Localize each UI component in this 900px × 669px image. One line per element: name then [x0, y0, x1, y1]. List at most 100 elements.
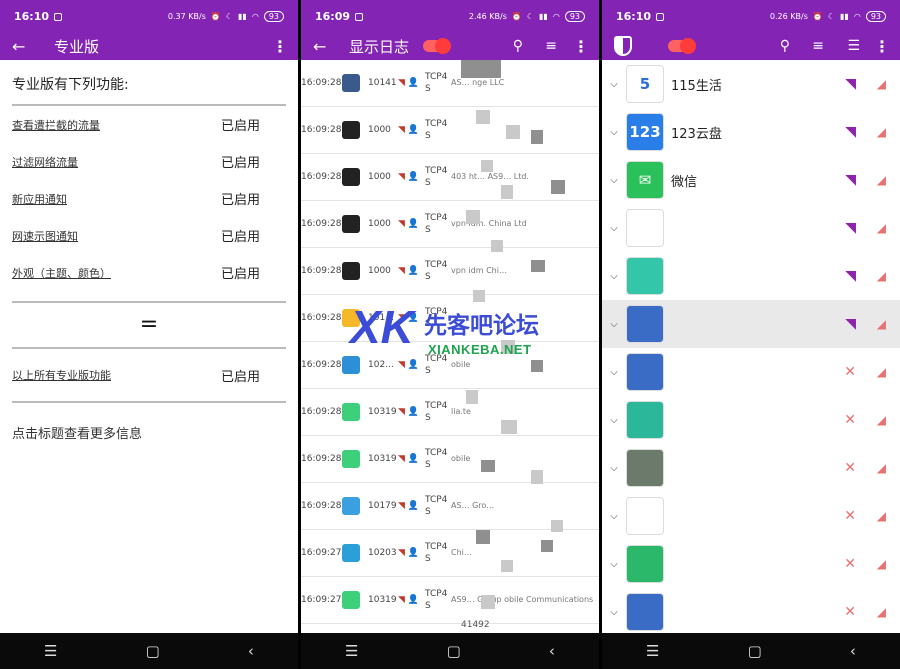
app-row[interactable]: ⌵ ✕ ◢ — [602, 348, 900, 396]
menu-icon[interactable]: ☰ — [345, 642, 358, 660]
wifi-rule-icon[interactable]: ✕ — [844, 412, 856, 428]
chevron-down-icon[interactable]: ⌵ — [602, 559, 626, 570]
mobile-rule-icon[interactable]: ◢ — [877, 77, 886, 91]
app-row[interactable]: ⌵ ✕ ◢ — [602, 540, 900, 588]
chevron-down-icon[interactable]: ⌵ — [602, 127, 626, 138]
feature-row[interactable]: 过滤网络流量 已启用 — [12, 143, 286, 180]
wifi-rule-icon[interactable]: ✕ — [844, 460, 856, 476]
chevron-down-icon[interactable]: ⌵ — [602, 367, 626, 378]
wifi-rule-icon[interactable]: ✕ — [844, 556, 856, 572]
log-row[interactable]: 16:09:28 10319 ◥ 👤 TCP4 Slia.te — [301, 389, 599, 436]
search-icon[interactable]: ⚲ — [780, 38, 790, 54]
log-row[interactable]: 16:09:27 10319 ◥ 👤 TCP4 S AS9… Group obile C… — [301, 577, 599, 624]
menu-icon[interactable]: ☰ — [646, 642, 659, 660]
log-row[interactable]: 16:09:28 1000 ◥ 👤 TCP4 S — [301, 107, 599, 154]
battery-icon: 93 — [564, 10, 585, 22]
mobile-rule-icon[interactable]: ◢ — [877, 125, 886, 139]
mobile-rule-icon[interactable]: ◢ — [877, 365, 886, 379]
app-icon — [342, 544, 360, 562]
app-row[interactable]: ⌵ ✕ ◢ — [602, 444, 900, 492]
home-icon[interactable]: ▢ — [748, 642, 762, 660]
filter-icon[interactable]: ≡ — [545, 38, 557, 54]
app-row[interactable]: ⌵ 5 115生活 ◥ ◢ — [602, 60, 900, 108]
app-row[interactable]: ⌵ ◥ ◢ — [602, 252, 900, 300]
chevron-down-icon[interactable]: ⌵ — [602, 319, 626, 330]
home-icon[interactable]: ▢ — [447, 642, 461, 660]
mobile-rule-icon[interactable]: ◢ — [877, 317, 886, 331]
pro-heading: 专业版有下列功能: — [12, 60, 286, 106]
chevron-down-icon[interactable]: ⌵ — [602, 463, 626, 474]
wifi-rule-icon[interactable]: ◥ — [845, 172, 856, 188]
wifi-rule-icon[interactable]: ✕ — [844, 364, 856, 380]
search-icon[interactable]: ⚲ — [513, 38, 523, 54]
log-row[interactable]: 16:09:28 10319 ◥ 👤 TCP4 Sobile — [301, 436, 599, 483]
more-vert-icon[interactable]: ⋮ — [573, 37, 589, 56]
app-row[interactable]: ⌵ ◥ ◢ — [602, 300, 900, 348]
feature-row[interactable]: 网速示图通知 已启用 — [12, 217, 286, 254]
log-row[interactable]: 16:09:28 10141 ◥ 👤 TCP4 S AS… nge LLC — [301, 60, 599, 107]
feature-list: 查看遭拦截的流量 已启用 过滤网络流量 已启用 新应用通知 已启用 网速示图通知 已启用… — [0, 106, 298, 291]
mobile-rule-icon[interactable]: ◢ — [877, 269, 886, 283]
menu-icon[interactable]: ☰ — [44, 642, 57, 660]
wifi-rule-icon[interactable]: ✕ — [844, 508, 856, 524]
notification-icon — [355, 12, 364, 21]
mobile-rule-icon[interactable]: ◢ — [877, 173, 886, 187]
chevron-down-icon[interactable]: ⌵ — [602, 271, 626, 282]
filter-icon[interactable]: ≡ — [812, 38, 824, 54]
home-icon[interactable]: ▢ — [146, 642, 160, 660]
log-uid: 10319 — [368, 595, 397, 605]
mobile-rule-icon[interactable]: ◢ — [877, 221, 886, 235]
chevron-down-icon[interactable]: ⌵ — [602, 175, 626, 186]
mobile-rule-icon[interactable]: ◢ — [877, 605, 886, 619]
chevron-down-icon[interactable]: ⌵ — [602, 415, 626, 426]
back-icon[interactable]: ‹ — [850, 642, 856, 660]
feature-row[interactable]: 外观（主题、颜色） 已启用 — [12, 254, 286, 291]
log-row[interactable]: 16:09:27 10203 ◥ 👤 TCP4 S Chi… — [301, 530, 599, 577]
wifi-rule-icon[interactable]: ✕ — [844, 604, 856, 620]
feature-row[interactable]: 新应用通知 已启用 — [12, 180, 286, 217]
all-features-row[interactable]: 以上所有专业版功能 已启用 — [12, 351, 286, 399]
app-row[interactable]: ⌵ ✕ ◢ — [602, 588, 900, 636]
blocked-wifi-icon: ◥ 👤 — [398, 454, 419, 464]
back-icon[interactable]: ‹ — [248, 642, 254, 660]
more-vert-icon[interactable]: ⋮ — [272, 37, 288, 56]
app-row[interactable]: ⌵ ◥ ◢ — [602, 204, 900, 252]
blocked-wifi-icon: ◥ 👤 — [398, 172, 419, 182]
feature-row[interactable]: 查看遭拦截的流量 已启用 — [12, 106, 286, 143]
sort-icon[interactable]: ☰ — [847, 38, 860, 54]
more-info-text[interactable]: 点击标题查看更多信息 — [0, 405, 298, 460]
log-row[interactable]: 16:09:28 102… ◥ 👤 TCP4 Sobile — [301, 342, 599, 389]
mobile-rule-icon[interactable]: ◢ — [877, 413, 886, 427]
wifi-rule-icon[interactable]: ◥ — [845, 76, 856, 92]
log-tail: 41492 — [461, 620, 490, 630]
chevron-down-icon[interactable]: ⌵ — [602, 607, 626, 618]
log-toggle-switch[interactable] — [423, 37, 452, 56]
blocked-wifi-icon: ◥ 👤 — [398, 595, 419, 605]
wifi-rule-icon[interactable]: ◥ — [845, 220, 856, 236]
firewall-toggle-switch[interactable] — [668, 37, 696, 56]
more-vert-icon[interactable]: ⋮ — [874, 37, 890, 56]
chevron-down-icon[interactable]: ⌵ — [602, 79, 626, 90]
redaction-block — [501, 185, 513, 199]
chevron-down-icon[interactable]: ⌵ — [602, 223, 626, 234]
mobile-rule-icon[interactable]: ◢ — [877, 509, 886, 523]
mobile-rule-icon[interactable]: ◢ — [877, 461, 886, 475]
app-row[interactable]: ⌵ ✕ ◢ — [602, 396, 900, 444]
app-row[interactable]: ⌵ 123 123云盘 ◥ ◢ — [602, 108, 900, 156]
wifi-rule-icon[interactable]: ◥ — [845, 316, 856, 332]
log-row[interactable]: 16:09:28 1000 ◥ 👤 TCP4 Svpn idm Chi… — [301, 248, 599, 295]
wifi-rule-icon[interactable]: ◥ — [845, 124, 856, 140]
log-row[interactable]: 16:09:28 101… ◥ 👤 TCP4 S — [301, 295, 599, 342]
back-icon[interactable]: ‹ — [549, 642, 555, 660]
log-row[interactable]: 16:09:28 1000 ◥ 👤 TCP4 Svpn idm. China Ltd — [301, 201, 599, 248]
wifi-rule-icon[interactable]: ◥ — [845, 268, 856, 284]
back-arrow-icon[interactable]: ← — [12, 37, 42, 56]
mobile-rule-icon[interactable]: ◢ — [877, 557, 886, 571]
blocked-wifi-icon: ◥ 👤 — [398, 266, 419, 276]
chevron-down-icon[interactable]: ⌵ — [602, 511, 626, 522]
blocked-wifi-icon: ◥ 👤 — [398, 219, 419, 229]
app-row[interactable]: ⌵ ✕ ◢ — [602, 492, 900, 540]
app-row[interactable]: ⌵ ✉ 微信 ◥ ◢ — [602, 156, 900, 204]
blocked-wifi-icon: ◥ 👤 — [398, 407, 419, 417]
back-arrow-icon[interactable]: ← — [313, 37, 343, 56]
